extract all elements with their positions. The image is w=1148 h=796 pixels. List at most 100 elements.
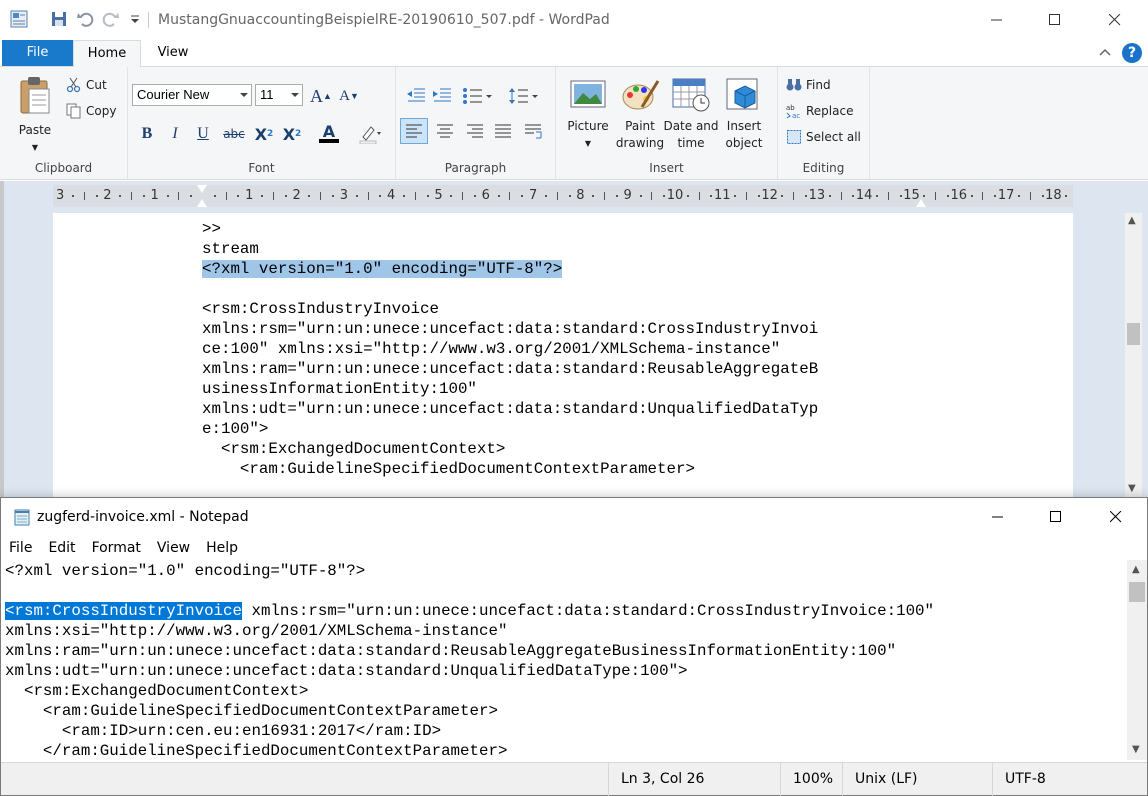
select-all-button[interactable]: Select all — [786, 129, 861, 145]
font-name-value: Courier New — [137, 87, 210, 102]
undo-icon[interactable] — [76, 10, 94, 28]
ruler-mark — [414, 192, 416, 200]
italic-button[interactable]: I — [164, 123, 186, 145]
paste-button[interactable]: Paste ▼ — [10, 75, 60, 156]
status-encoding: UTF-8 — [992, 763, 1147, 796]
editing-group: Find ab ac Replace Select all Editing — [778, 67, 870, 179]
ruler-mark — [83, 192, 85, 200]
right-indent-marker[interactable] — [915, 199, 926, 207]
font-name-select[interactable]: Courier New — [132, 84, 252, 106]
wordpad-line: >> — [202, 220, 221, 238]
wordpad-vertical-scrollbar[interactable]: ▲ ▼ — [1125, 213, 1142, 497]
wordpad-window: MustangGnuaccountingBeispielRE-20190610_… — [0, 0, 1148, 500]
ruler[interactable]: 3 2 1 1 2 3 4 5 6 7 8 9 10 11 12 13 14 15 16 17 18 — [53, 185, 1073, 207]
highlight-button[interactable] — [350, 123, 388, 145]
cut-button[interactable]: Cut — [66, 77, 107, 93]
align-left-button[interactable] — [400, 118, 428, 144]
ruler-mark — [237, 195, 240, 197]
wordpad-text[interactable]: /Params 239 0 R>>stream<?xml version="1.… — [202, 213, 818, 479]
grow-font-button[interactable]: A ▲ — [310, 85, 332, 107]
save-icon[interactable] — [50, 10, 68, 28]
customize-toolbar-icon[interactable] — [126, 10, 144, 28]
ruler-mark — [887, 192, 889, 200]
ruler-tick-label: 2 — [292, 188, 301, 203]
copy-label: Copy — [86, 104, 117, 118]
ruler-mark — [190, 195, 193, 197]
date-time-button[interactable]: Date and time — [660, 77, 722, 152]
menu-help[interactable]: Help — [206, 536, 238, 560]
underline-button[interactable]: U — [192, 123, 214, 145]
font-color-button[interactable]: A — [312, 123, 346, 145]
paragraph-group-label: Paragraph — [444, 161, 507, 175]
strikethrough-button[interactable]: abc — [222, 123, 246, 145]
scroll-up-icon[interactable]: ▲ — [1128, 215, 1136, 226]
menu-file[interactable]: File — [9, 536, 32, 560]
notepad-editor[interactable]: <?xml version="1.0" encoding="UTF-8"?> <r… — [1, 560, 1127, 760]
help-icon[interactable]: ? — [1122, 43, 1142, 63]
object-label-1: Insert — [726, 119, 762, 133]
insert-object-button[interactable]: Insert object — [716, 77, 772, 152]
menu-format[interactable]: Format — [92, 536, 141, 560]
ruler-tick-label: 10 — [666, 188, 684, 203]
justify-icon[interactable] — [490, 119, 516, 143]
font-size-select[interactable]: 11 — [255, 84, 303, 106]
close-icon — [1109, 14, 1121, 26]
decrease-indent-icon[interactable] — [406, 87, 426, 105]
left-indent-marker[interactable] — [197, 199, 207, 207]
clipboard-group: Paste ▼ Cut Copy Clipboard — [0, 67, 128, 179]
ruler-mark — [497, 195, 500, 197]
minimize-icon — [992, 516, 1003, 518]
align-right-icon[interactable] — [462, 119, 488, 143]
menu-edit[interactable]: Edit — [48, 536, 75, 560]
copy-button[interactable]: Copy — [66, 103, 116, 119]
tab-view[interactable]: View — [141, 40, 205, 66]
bold-button[interactable]: B — [136, 123, 158, 145]
ruler-mark — [651, 192, 653, 200]
wordpad-scroll-thumb[interactable] — [1127, 323, 1140, 345]
scroll-up-icon[interactable]: ▲ — [1132, 564, 1140, 575]
ruler-mark — [852, 195, 855, 197]
notepad-vertical-scrollbar[interactable]: ▲ ▼ — [1127, 560, 1147, 760]
notepad-maximize-button[interactable] — [1027, 498, 1085, 536]
redo-icon[interactable] — [102, 10, 120, 28]
line-spacing-icon[interactable] — [508, 87, 540, 105]
wordpad-close-button[interactable] — [1086, 0, 1144, 40]
scroll-down-icon[interactable]: ▼ — [1128, 483, 1136, 494]
picture-button[interactable]: Picture ▼ — [560, 77, 616, 152]
notepad-close-button[interactable] — [1087, 498, 1145, 536]
menu-view[interactable]: View — [157, 536, 190, 560]
wordpad-line: ce:100" xmlns:xsi="http://www.w3.org/200… — [202, 340, 781, 358]
notepad-minimize-button[interactable] — [969, 498, 1027, 536]
wordpad-minimize-button[interactable] — [968, 0, 1026, 40]
paragraph-settings-icon[interactable] — [520, 119, 546, 143]
wordpad-document-page[interactable]: /Params 239 0 R>>stream<?xml version="1.… — [53, 213, 1073, 497]
align-center-icon[interactable] — [432, 119, 458, 143]
ruler-mark — [781, 195, 784, 197]
collapse-ribbon-icon[interactable] — [1096, 44, 1114, 62]
ruler-mark — [225, 192, 227, 200]
ruler-mark — [876, 195, 879, 197]
increase-indent-icon[interactable] — [432, 87, 452, 105]
shrink-font-button[interactable]: A ▼ — [338, 85, 360, 107]
subscript-button[interactable]: X2 — [252, 123, 276, 145]
superscript-button[interactable]: X2 — [280, 123, 304, 145]
scroll-down-icon[interactable]: ▼ — [1132, 744, 1140, 755]
notepad-scroll-thumb[interactable] — [1129, 582, 1145, 602]
wordpad-maximize-button[interactable] — [1026, 0, 1084, 40]
font-group-label: Font — [248, 161, 275, 175]
tab-file[interactable]: File — [2, 40, 73, 66]
ribbon-tabs: File Home View ? — [0, 40, 1148, 67]
replace-button[interactable]: ab ac Replace — [786, 103, 853, 119]
copy-icon — [66, 103, 81, 119]
ruler-mark — [367, 192, 369, 200]
bullet-list-icon[interactable] — [462, 87, 494, 105]
tab-home[interactable]: Home — [73, 40, 141, 67]
find-button[interactable]: Find — [786, 77, 831, 93]
ruler-mark — [320, 192, 322, 200]
document-area: 321123456789101112131415161718 /Params 2… — [0, 181, 1148, 497]
paint-palette-icon — [622, 80, 660, 110]
svg-text:ac: ac — [792, 112, 800, 119]
notepad-app-icon — [14, 509, 30, 526]
indent-marker[interactable] — [197, 185, 207, 193]
notepad-text[interactable]: <?xml version="1.0" encoding="UTF-8"?> <r… — [5, 561, 934, 760]
